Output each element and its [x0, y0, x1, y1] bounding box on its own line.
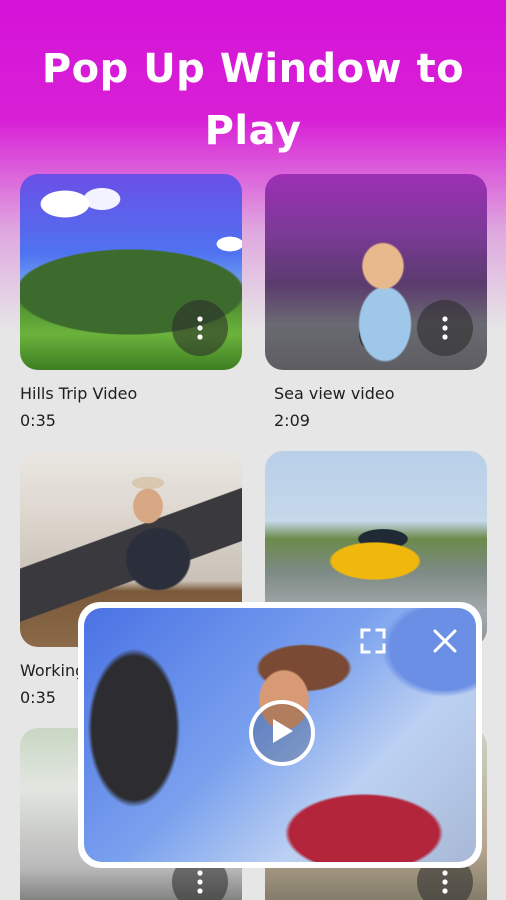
video-card[interactable]: Sea view video 2:09 [265, 174, 487, 430]
video-duration: 0:35 [20, 411, 56, 430]
video-duration: 2:09 [274, 411, 310, 430]
video-thumbnail[interactable] [20, 174, 242, 370]
video-card[interactable]: Hills Trip Video 0:35 [20, 174, 242, 430]
fullscreen-icon[interactable] [356, 624, 390, 658]
popup-video-frame[interactable] [84, 608, 476, 862]
video-title: Hills Trip Video [20, 384, 138, 403]
popup-player[interactable] [78, 602, 482, 868]
video-title: Sea view video [274, 384, 395, 403]
play-button[interactable] [249, 700, 315, 766]
video-thumbnail[interactable] [265, 174, 487, 370]
more-options-icon[interactable] [172, 300, 228, 356]
more-options-icon[interactable] [417, 300, 473, 356]
play-icon [270, 717, 294, 749]
close-icon[interactable] [428, 624, 462, 658]
